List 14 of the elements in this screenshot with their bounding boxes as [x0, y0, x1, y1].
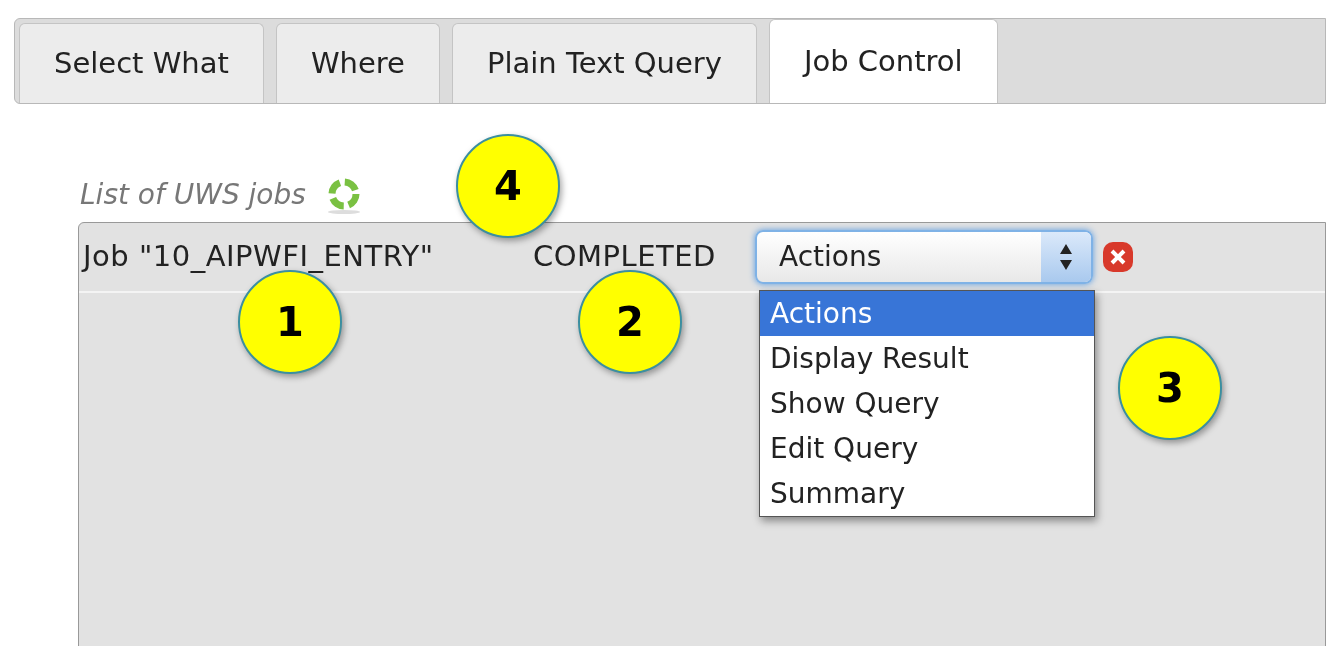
tab[interactable]: Where	[275, 23, 440, 103]
tab[interactable]: Job Control	[768, 19, 998, 103]
updown-icon	[1041, 232, 1091, 282]
menu-option[interactable]: Actions	[760, 291, 1094, 336]
close-icon[interactable]	[1101, 240, 1135, 274]
menu-option[interactable]: Show Query	[760, 381, 1094, 426]
menu-option[interactable]: Display Result	[760, 336, 1094, 381]
callout-badge: 4	[456, 134, 560, 238]
tab[interactable]: Plain Text Query	[451, 23, 757, 103]
tab[interactable]: Select What	[19, 23, 264, 103]
menu-option[interactable]: Edit Query	[760, 426, 1094, 471]
actions-select[interactable]: Actions	[755, 230, 1093, 284]
menu-option[interactable]: Summary	[760, 471, 1094, 516]
section-label: List of UWS jobs	[80, 177, 306, 213]
